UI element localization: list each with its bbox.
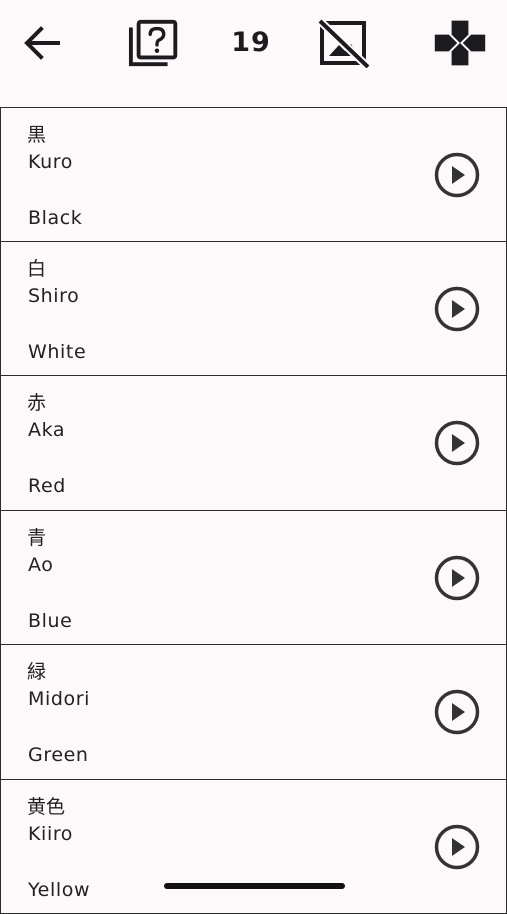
arrow-left-icon: [20, 21, 64, 65]
english-text: White: [28, 341, 86, 363]
kanji-text: 赤: [27, 388, 46, 415]
kanji-text: 青: [27, 523, 46, 550]
play-circle-icon: [434, 555, 480, 601]
play-circle-icon: [434, 824, 480, 870]
play-audio-button[interactable]: [434, 555, 480, 601]
list-item[interactable]: 緑 Midori Green: [0, 645, 507, 780]
list-item[interactable]: 赤 Aka Red: [0, 376, 507, 511]
play-circle-icon: [434, 420, 480, 466]
play-circle-icon: [434, 286, 480, 332]
kanji-text: 黒: [27, 120, 46, 147]
question-stack-icon: [128, 18, 184, 68]
play-circle-icon: [434, 152, 480, 198]
toggle-images-button[interactable]: [316, 16, 372, 70]
romaji-text: Ao: [28, 554, 54, 576]
vocabulary-list: 黒 Kuro Black 白 Shiro White 赤 Aka Red: [0, 107, 507, 914]
kanji-text: 白: [27, 254, 46, 281]
back-button[interactable]: [14, 16, 70, 70]
english-text: Blue: [28, 610, 72, 632]
list-item[interactable]: 青 Ao Blue: [0, 511, 507, 646]
play-circle-icon: [434, 689, 480, 735]
romaji-text: Kiiro: [28, 823, 73, 845]
play-audio-button[interactable]: [434, 286, 480, 332]
list-item[interactable]: 黒 Kuro Black: [0, 107, 507, 242]
kanji-text: 緑: [27, 657, 46, 684]
romaji-text: Midori: [28, 688, 90, 710]
list-item[interactable]: 黄色 Kiiro Yellow: [0, 780, 507, 914]
top-app-bar: 19: [0, 0, 507, 86]
play-audio-button[interactable]: [434, 152, 480, 198]
card-count: 19: [222, 20, 280, 66]
romaji-text: Kuro: [28, 151, 73, 173]
play-audio-button[interactable]: [434, 824, 480, 870]
english-text: Red: [28, 475, 66, 497]
english-text: Green: [28, 744, 89, 766]
list-item[interactable]: 白 Shiro White: [0, 242, 507, 377]
play-audio-button[interactable]: [434, 420, 480, 466]
romaji-text: Shiro: [28, 285, 79, 307]
kanji-text: 黄色: [27, 792, 65, 819]
image-off-icon: [317, 18, 371, 68]
quiz-button[interactable]: [128, 16, 184, 70]
play-audio-button[interactable]: [434, 689, 480, 735]
home-indicator[interactable]: [164, 883, 345, 889]
romaji-text: Aka: [28, 419, 65, 441]
english-text: Black: [28, 207, 82, 229]
gamepad-icon: [432, 16, 488, 70]
game-button[interactable]: [432, 16, 488, 70]
english-text: Yellow: [28, 879, 90, 901]
